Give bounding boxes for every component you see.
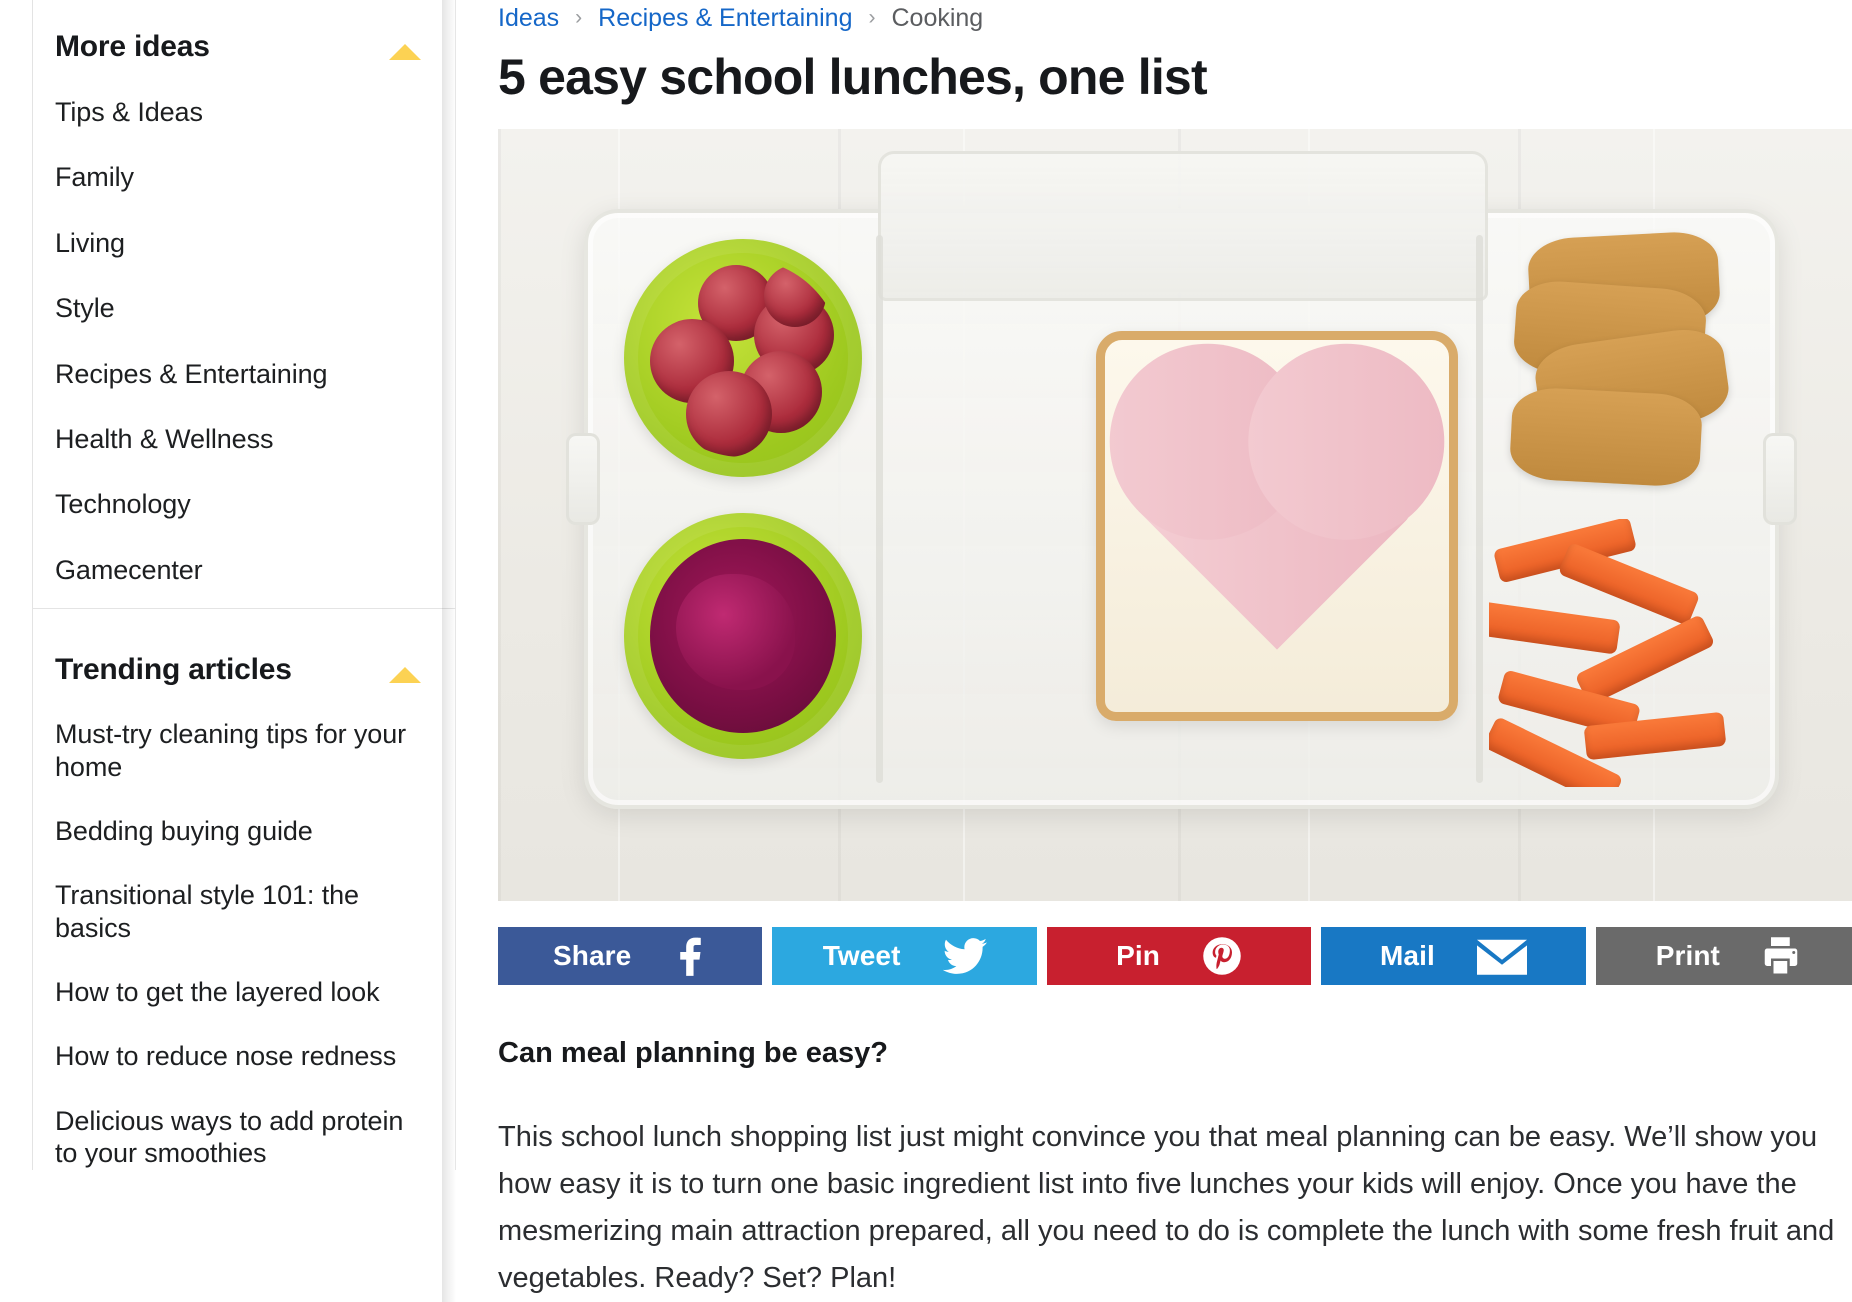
sidebar: More ideas Tips & Ideas Family Living St… (0, 0, 456, 1302)
page-title: 5 easy school lunches, one list (498, 49, 1208, 105)
caret-up-icon[interactable] (389, 667, 421, 684)
share-pinterest-button[interactable]: Pin (1046, 927, 1312, 985)
breadcrumb-item-cooking: Cooking (891, 3, 984, 32)
printer-icon (1762, 936, 1800, 976)
lunchbox-lid (878, 151, 1488, 301)
print-button[interactable]: Print (1595, 927, 1852, 985)
carrot-sticks-compartment (1489, 519, 1757, 787)
share-twitter-button[interactable]: Tweet (772, 927, 1037, 985)
sidebar-item-tips-and-ideas[interactable]: Tips & Ideas (55, 63, 429, 128)
lunchbox-clip-right (1763, 433, 1797, 525)
sidebar-item-style[interactable]: Style (55, 259, 429, 324)
caret-up-icon[interactable] (389, 44, 421, 60)
more-ideas-header[interactable]: More ideas (33, 0, 455, 63)
share-twitter-label: Tweet (822, 940, 901, 971)
sidebar-item-family[interactable]: Family (55, 128, 429, 193)
sidebar-item-gamecenter[interactable]: Gamecenter (55, 521, 429, 586)
trending-item-cleaning-tips[interactable]: Must-try cleaning tips for your home (55, 686, 429, 783)
sandwich-slice (1096, 331, 1458, 721)
main-content: Ideas › Recipes & Entertaining › Cooking… (456, 0, 1852, 1302)
article-paragraph: This school lunch shopping list just mig… (498, 1121, 1835, 1294)
trending-item-protein-smoothies[interactable]: Delicious ways to add protein to your sm… (55, 1073, 429, 1170)
sidebar-item-health-and-wellness[interactable]: Health & Wellness (55, 390, 429, 455)
lunchbox-container (566, 151, 1797, 809)
trending-item-nose-redness[interactable]: How to reduce nose redness (55, 1008, 429, 1072)
lunchbox-divider-left (876, 235, 883, 783)
trending-title: Trending articles (55, 653, 292, 687)
trending-list: Must-try cleaning tips for your home Bed… (33, 686, 455, 1170)
hero-image (498, 129, 1852, 901)
trending-item-bedding-guide[interactable]: Bedding buying guide (55, 783, 429, 847)
chevron-right-icon: › (868, 6, 876, 29)
sidebar-item-recipes-and-entertaining[interactable]: Recipes & Entertaining (55, 325, 429, 390)
sidebar-item-technology[interactable]: Technology (55, 455, 429, 520)
lunchbox-divider-right (1476, 235, 1483, 783)
sidebar-section-more-ideas: More ideas Tips & Ideas Family Living St… (32, 0, 456, 610)
breadcrumb-item-ideas[interactable]: Ideas (498, 4, 559, 33)
more-ideas-list: Tips & Ideas Family Living Style Recipes… (33, 63, 455, 586)
sidebar-section-trending: Trending articles Must-try cleaning tips… (32, 609, 456, 1170)
crackers-compartment (1489, 230, 1757, 488)
lunchbox-clip-left (566, 433, 600, 525)
heart-cutout (1138, 372, 1416, 650)
pinterest-icon (1202, 936, 1242, 976)
article-page: More ideas Tips & Ideas Family Living St… (0, 0, 1852, 1302)
share-facebook-button[interactable]: Share (498, 927, 763, 985)
share-mail-label: Mail (1379, 940, 1435, 971)
trending-item-layered-look[interactable]: How to get the layered look (55, 944, 429, 1008)
share-facebook-label: Share (553, 940, 632, 971)
section-subheading: Can meal planning be easy? (498, 1037, 888, 1069)
beet-dip-pot (624, 513, 862, 759)
share-pinterest-label: Pin (1116, 940, 1160, 971)
breadcrumb-item-recipes-and-entertaining[interactable]: Recipes & Entertaining (598, 4, 852, 33)
sidebar-item-living[interactable]: Living (55, 194, 429, 259)
share-bar: Share Tweet Pin Mail Print (498, 927, 1852, 985)
share-mail-button[interactable]: Mail (1321, 927, 1586, 985)
breadcrumb: Ideas › Recipes & Entertaining › Cooking (498, 0, 1852, 34)
facebook-icon (673, 936, 707, 976)
grapes-pot (624, 239, 862, 477)
more-ideas-title: More ideas (55, 30, 210, 63)
trending-header[interactable]: Trending articles (33, 623, 455, 686)
trending-item-transitional-style[interactable]: Transitional style 101: the basics (55, 847, 429, 944)
envelope-icon (1476, 937, 1527, 975)
print-label: Print (1655, 940, 1720, 971)
chevron-right-icon: › (575, 6, 583, 29)
twitter-bird-icon (942, 937, 987, 975)
